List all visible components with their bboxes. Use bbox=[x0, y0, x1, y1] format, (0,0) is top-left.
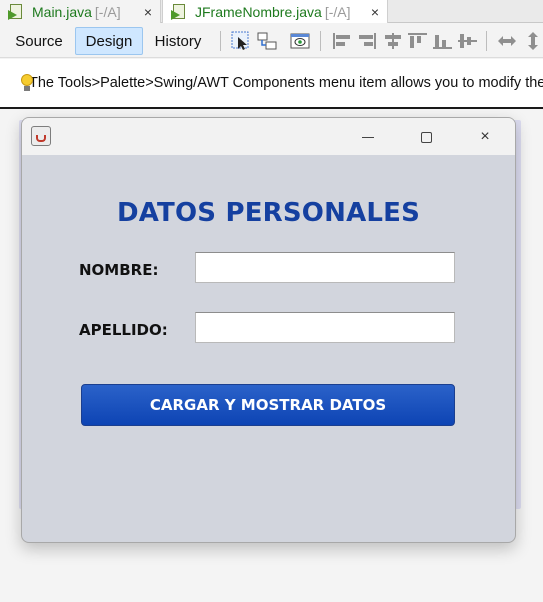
close-tab-icon[interactable]: × bbox=[371, 4, 379, 20]
form-heading: DATOS PERSONALES bbox=[116, 198, 421, 228]
java-file-icon bbox=[8, 3, 26, 20]
preview-design-icon[interactable] bbox=[290, 31, 310, 51]
history-view-button[interactable]: History bbox=[146, 27, 210, 55]
minimize-icon bbox=[362, 136, 374, 138]
align-bottom-icon[interactable] bbox=[433, 33, 452, 49]
jframe-window: × DATOS PERSONALES NOMBRE: APELLIDO: CAR… bbox=[21, 117, 516, 543]
toolbar-separator bbox=[320, 31, 321, 51]
source-view-button[interactable]: Source bbox=[7, 27, 71, 55]
resize-vertical-icon[interactable] bbox=[523, 31, 543, 51]
maximize-icon bbox=[420, 131, 432, 143]
designer-toolbar: Source Design History bbox=[0, 24, 543, 58]
window-title-bar[interactable]: × bbox=[22, 118, 515, 155]
minimize-button[interactable] bbox=[357, 126, 379, 148]
design-view-button[interactable]: Design bbox=[75, 27, 143, 55]
toolbar-separator bbox=[220, 31, 221, 51]
maximize-button[interactable] bbox=[415, 126, 437, 148]
toolbar-separator bbox=[486, 31, 487, 51]
selection-mode-icon[interactable] bbox=[231, 31, 251, 51]
nombre-input[interactable] bbox=[195, 252, 455, 283]
tab-status-flag: [-/A] bbox=[94, 3, 121, 20]
cargar-mostrar-button[interactable]: CARGAR Y MOSTRAR DATOS bbox=[81, 384, 455, 426]
java-cup-icon bbox=[31, 126, 51, 146]
close-window-button[interactable]: × bbox=[474, 126, 496, 148]
center-vertically-icon[interactable] bbox=[458, 33, 477, 49]
center-horizontally-icon[interactable] bbox=[383, 33, 402, 49]
align-right-icon[interactable] bbox=[357, 33, 376, 49]
tab-main-java[interactable]: Main.java [-/A] × bbox=[0, 0, 161, 23]
align-top-icon[interactable] bbox=[408, 33, 427, 49]
align-left-icon[interactable] bbox=[333, 33, 352, 49]
close-tab-icon[interactable]: × bbox=[144, 4, 152, 20]
tab-label: Main.java bbox=[32, 3, 92, 20]
hint-text: The Tools>Palette>Swing/AWT Components m… bbox=[29, 75, 543, 91]
tab-label: JFrameNombre.java bbox=[195, 3, 322, 20]
java-file-icon bbox=[171, 3, 189, 20]
apellido-label: APELLIDO: bbox=[79, 321, 168, 339]
palette-hint-bar: The Tools>Palette>Swing/AWT Components m… bbox=[0, 59, 543, 107]
connection-mode-icon[interactable] bbox=[257, 31, 277, 51]
nombre-label: NOMBRE: bbox=[79, 261, 159, 279]
apellido-input[interactable] bbox=[195, 312, 455, 343]
resize-horizontal-icon[interactable] bbox=[497, 31, 517, 51]
tab-jframenombre-java[interactable]: JFrameNombre.java [-/A] × bbox=[162, 0, 388, 23]
tab-status-flag: [-/A] bbox=[324, 3, 351, 20]
editor-tab-bar: Main.java [-/A] × JFrameNombre.java [-/A… bbox=[0, 0, 543, 23]
